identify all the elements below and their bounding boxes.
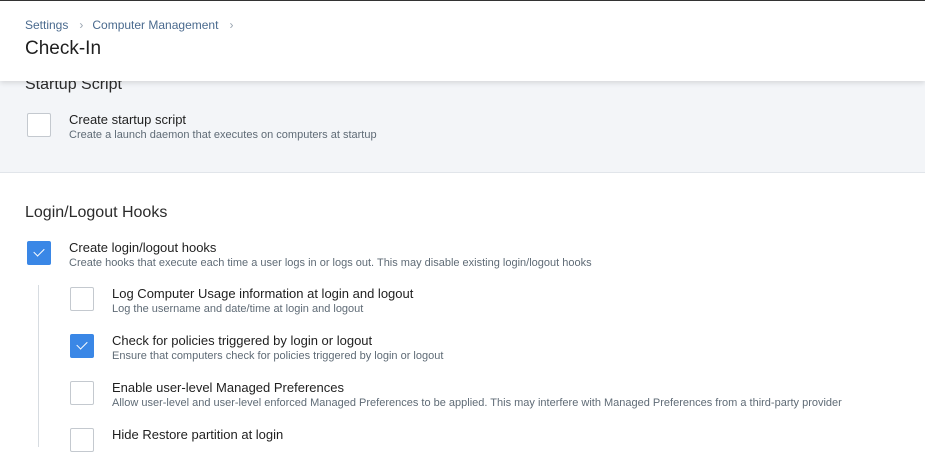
enable-user-managed-preferences-description: Allow user-level and user-level enforced… (112, 397, 842, 409)
breadcrumb-computer-management[interactable]: Computer Management (92, 18, 218, 32)
hide-restore-partition-label: Hide Restore partition at login (112, 427, 284, 442)
page-title: Check-In (25, 38, 102, 59)
create-login-logout-hooks-label: Create login/logout hooks (69, 240, 217, 255)
page-header: Settings › Computer Management › Check-In (0, 1, 925, 81)
enable-user-managed-preferences-label: Enable user-level Managed Preferences (112, 380, 344, 395)
section-title-login-logout-hooks: Login/Logout Hooks (25, 204, 168, 221)
log-computer-usage-label: Log Computer Usage information at login … (112, 286, 414, 301)
startup-script-section: Startup Script Create startup script Cre… (0, 76, 925, 173)
breadcrumb-settings[interactable]: Settings (25, 18, 68, 32)
sub-options-indent-line (38, 285, 39, 447)
log-computer-usage-description: Log the username and date/time at login … (112, 303, 364, 315)
create-login-logout-hooks-checkbox[interactable] (27, 241, 51, 265)
checkmark-icon (76, 338, 88, 350)
check-policies-login-logout-label: Check for policies triggered by login or… (112, 333, 373, 348)
window-top-border (0, 0, 925, 1)
create-startup-script-description: Create a launch daemon that executes on … (69, 129, 377, 141)
breadcrumb-chevron-icon: › (229, 18, 234, 32)
check-policies-login-logout-description: Ensure that computers check for policies… (112, 350, 444, 362)
check-policies-login-logout-checkbox[interactable] (70, 334, 94, 358)
create-login-logout-hooks-description: Create hooks that execute each time a us… (69, 257, 592, 269)
hide-restore-partition-checkbox[interactable] (70, 428, 94, 452)
breadcrumb-chevron-icon: › (79, 18, 84, 32)
create-startup-script-label: Create startup script (69, 112, 187, 127)
enable-user-managed-preferences-checkbox[interactable] (70, 381, 94, 405)
create-startup-script-checkbox[interactable] (27, 113, 51, 137)
log-computer-usage-checkbox[interactable] (70, 287, 94, 311)
breadcrumb: Settings › Computer Management › (25, 18, 242, 32)
checkmark-icon (33, 245, 45, 257)
